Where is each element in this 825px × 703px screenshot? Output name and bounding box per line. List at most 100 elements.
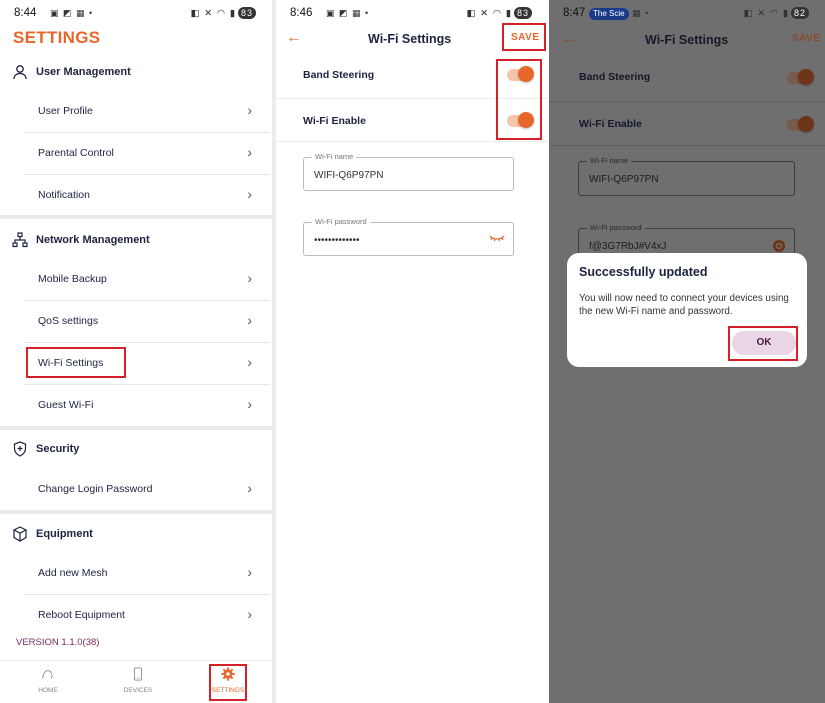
section-security: Security [12, 441, 79, 457]
network-icon [12, 232, 28, 248]
wifi-enable-toggle[interactable] [787, 116, 814, 132]
field-label: Wi-Fi password [587, 223, 645, 232]
chevron-right-icon: › [247, 396, 252, 412]
app-version: VERSION 1.1.0(38) [16, 637, 100, 648]
item-label: QoS settings [38, 315, 99, 327]
band-steering-label: Band Steering [303, 69, 375, 81]
settings-item-parental-control[interactable]: Parental Control › [24, 133, 270, 175]
field-label: Wi-Fi name [587, 156, 632, 165]
section-label: Network Management [36, 234, 150, 246]
page-title: Wi-Fi Settings [368, 32, 452, 46]
wifi-name-field[interactable]: Wi-Fi name WIFI-Q6P97PN [578, 156, 795, 196]
toggle-knob [798, 116, 814, 132]
wifi-enable-label: Wi-Fi Enable [579, 118, 642, 130]
save-button[interactable]: SAVE [792, 33, 821, 44]
wifi-name-value: WIFI-Q6P97PN [589, 174, 659, 185]
notification-icons: ▣ ◩ ▦ • [326, 8, 370, 18]
battery-icon: 82 [790, 7, 809, 19]
status-time: 8:44 [14, 7, 37, 19]
battery-icon: 83 [237, 7, 256, 19]
back-arrow-icon[interactable]: ← [286, 29, 302, 47]
highlight-box [209, 664, 247, 701]
chevron-right-icon: › [247, 144, 252, 160]
wifi-enable-label: Wi-Fi Enable [303, 115, 366, 127]
dialog-title: Successfully updated [579, 265, 708, 279]
status-time: 8:46 [290, 7, 313, 19]
notification-icons: ▣ ◩ ▦ • [50, 8, 94, 18]
settings-item-reboot-equipment[interactable]: Reboot Equipment › [24, 595, 270, 637]
chevron-right-icon: › [247, 186, 252, 202]
section-equipment: Equipment [12, 526, 93, 542]
box-icon [13, 526, 27, 542]
toggle-knob [798, 69, 814, 85]
item-label: Parental Control [38, 147, 114, 159]
user-icon [13, 65, 27, 80]
media-notification: The Scie [589, 8, 629, 20]
chevron-right-icon: › [247, 354, 252, 370]
settings-screen: 8:44 ▣ ◩ ▦ • ◧ ✕ ◠ ▮ 83 SETTINGS User Man… [0, 0, 272, 703]
settings-item-guest-wifi[interactable]: Guest Wi-Fi › [24, 385, 270, 427]
shield-plus-icon [13, 441, 27, 457]
section-label: User Management [36, 66, 131, 78]
nav-devices[interactable]: DEVICES [108, 667, 168, 694]
status-bar: 8:47 The Scie ▦ • ◧ ✕ ◠ ▮ 82 [549, 0, 825, 26]
settings-item-notification[interactable]: Notification › [24, 175, 270, 217]
chevron-right-icon: › [247, 564, 252, 580]
success-dialog: Successfully updated You will now need t… [567, 253, 807, 367]
settings-item-mobile-backup[interactable]: Mobile Backup › [24, 259, 270, 301]
item-label: Notification [38, 189, 90, 201]
settings-item-change-login-password[interactable]: Change Login Password › [24, 469, 270, 511]
highlight-box [728, 326, 798, 361]
section-divider [0, 215, 272, 219]
section-label: Security [36, 443, 80, 455]
section-label: Equipment [36, 528, 93, 540]
page-title: SETTINGS [13, 28, 101, 47]
system-icons: ◧ ✕ ◠ ▮ 83 [191, 7, 256, 19]
nav-home[interactable]: HOME [18, 667, 78, 694]
chevron-right-icon: › [247, 312, 252, 328]
item-label: Add new Mesh [38, 567, 108, 579]
row-divider [276, 141, 548, 142]
settings-item-add-new-mesh[interactable]: Add new Mesh › [24, 553, 270, 595]
item-label: Change Login Password [38, 483, 153, 495]
row-divider [549, 145, 825, 146]
phone-icon [133, 667, 143, 681]
section-divider [0, 426, 272, 430]
nav-label: HOME [38, 687, 58, 694]
item-label: Mobile Backup [38, 273, 107, 285]
field-label: Wi-Fi name [312, 152, 357, 161]
system-icons: ◧ ✕ ◠ ▮ 82 [744, 7, 809, 19]
wifi-updated-screen: 8:47 The Scie ▦ • ◧ ✕ ◠ ▮ 82 ← Wi-Fi Sett… [549, 0, 825, 703]
item-label: Reboot Equipment [38, 609, 125, 621]
section-network-management: Network Management [12, 232, 150, 248]
back-arrow-icon[interactable]: ← [561, 30, 577, 48]
wifi-password-value: ••••••••••••• [314, 235, 360, 246]
band-steering-toggle[interactable] [787, 69, 814, 85]
battery-icon: 83 [513, 7, 532, 19]
home-wave-icon [42, 669, 54, 679]
notification-icons: The Scie ▦ • [589, 8, 649, 20]
chevron-right-icon: › [247, 606, 252, 622]
field-label: Wi-Fi password [312, 217, 370, 226]
status-time: 8:47 [563, 7, 586, 19]
chevron-right-icon: › [247, 480, 252, 496]
section-user-management: User Management [12, 64, 131, 80]
wifi-password-value: f@3G7RbJ#V4xJ [589, 241, 667, 252]
highlight-box [26, 347, 126, 378]
section-divider [0, 510, 272, 514]
settings-item-qos[interactable]: QoS settings › [24, 301, 270, 343]
chevron-right-icon: › [247, 102, 252, 118]
dialog-message: You will now need to connect your device… [579, 293, 789, 317]
highlight-box [496, 59, 542, 140]
highlight-box [502, 23, 546, 51]
item-label: Guest Wi-Fi [38, 399, 94, 411]
wifi-name-field[interactable]: Wi-Fi name WIFI-Q6P97PN [303, 152, 514, 191]
band-steering-label: Band Steering [579, 71, 651, 83]
row-divider [549, 101, 825, 102]
nav-label: DEVICES [123, 687, 153, 694]
eye-closed-icon[interactable] [489, 233, 505, 246]
item-label: User Profile [38, 105, 93, 117]
settings-item-user-profile[interactable]: User Profile › [24, 91, 270, 133]
wifi-name-value: WIFI-Q6P97PN [314, 170, 384, 181]
wifi-password-field[interactable]: Wi-Fi password ••••••••••••• [303, 217, 514, 256]
